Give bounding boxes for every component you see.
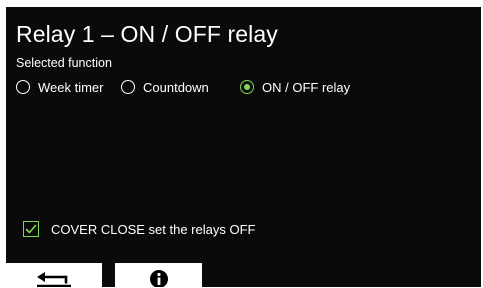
radio-on-off-relay[interactable]: ON / OFF relay [240, 77, 350, 97]
radio-unselected-icon [16, 80, 30, 94]
info-icon [149, 270, 168, 287]
radio-week-timer[interactable]: Week timer [16, 77, 104, 97]
radio-selected-icon [240, 80, 254, 94]
radio-unselected-icon [121, 80, 135, 94]
return-arrow-icon [37, 272, 71, 287]
function-section-label: Selected function [16, 56, 112, 70]
cover-close-option[interactable]: COVER CLOSE set the relays OFF [23, 220, 255, 238]
back-button[interactable] [6, 263, 102, 287]
radio-label: ON / OFF relay [262, 79, 351, 95]
page-title: Relay 1 – ON / OFF relay [16, 21, 278, 47]
cover-close-label: COVER CLOSE set the relays OFF [51, 221, 256, 237]
function-radio-group: Week timer Countdown ON / OFF relay [16, 77, 476, 97]
checkmark-icon [25, 224, 37, 234]
info-button[interactable] [115, 263, 202, 287]
relay-settings-screen: Relay 1 – ON / OFF relay Selected functi… [6, 7, 481, 287]
radio-countdown[interactable]: Countdown [121, 77, 209, 97]
radio-dot [244, 84, 250, 90]
radio-label: Week timer [38, 79, 104, 95]
checkbox-checked-icon[interactable] [23, 221, 39, 237]
radio-label: Countdown [143, 79, 209, 95]
